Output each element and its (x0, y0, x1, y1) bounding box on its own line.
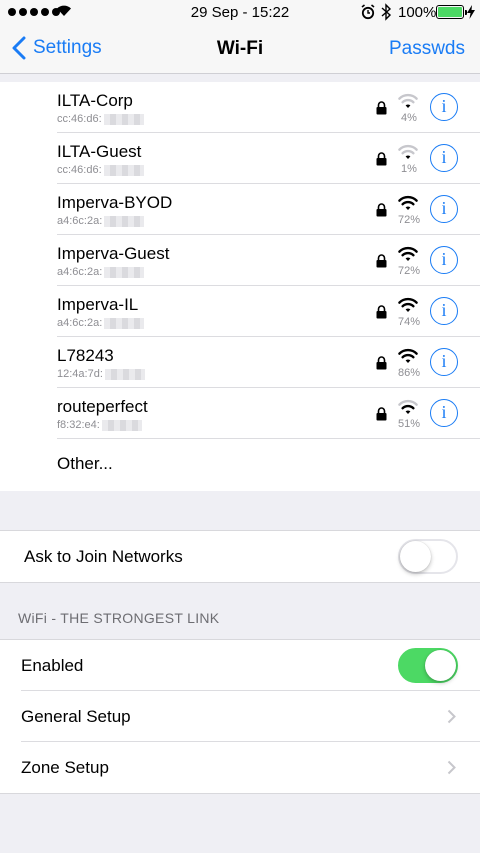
network-mac: a4:6c:2a: (57, 215, 145, 227)
ask-to-join-group: Ask to Join Networks (0, 530, 480, 583)
mac-redaction (104, 317, 145, 329)
mac-redaction (103, 164, 144, 176)
signal-percent: 51% (397, 418, 421, 430)
enabled-label: Enabled (21, 656, 84, 675)
mac-redaction (104, 266, 145, 278)
status-bar: 29 Sep - 15:22 100% (0, 0, 480, 26)
wifi-signal-icon (398, 348, 418, 363)
network-mac: a4:6c:2a: (57, 266, 145, 278)
mac-redaction (103, 113, 144, 125)
charging-icon (467, 5, 475, 19)
zone-setup-label: Zone Setup (21, 758, 109, 777)
lock-icon (376, 152, 387, 166)
signal-percent: 72% (397, 265, 421, 277)
ask-to-join-row: Ask to Join Networks (0, 531, 480, 582)
network-name: routeperfect (57, 397, 148, 416)
network-row-ilta-corp[interactable]: ILTA-Corp cc:46:d6: 4% i (0, 82, 480, 133)
bluetooth-icon (381, 3, 392, 21)
info-button[interactable]: i (430, 195, 458, 223)
network-row-imperva-byod[interactable]: Imperva-BYOD a4:6c:2a: 72% i (0, 184, 480, 235)
network-mac: a4:6c:2a: (57, 317, 145, 329)
network-name: Imperva-Guest (57, 244, 170, 263)
network-row-l78243[interactable]: L78243 12:4a:7d: 86% i (0, 337, 480, 388)
info-button[interactable]: i (430, 297, 458, 325)
network-mac-prefix: a4:6c:2a: (57, 215, 103, 227)
info-button[interactable]: i (430, 246, 458, 274)
info-button[interactable]: i (430, 144, 458, 172)
signal-percent: 1% (401, 163, 417, 175)
zone-setup-row[interactable]: Zone Setup (0, 742, 480, 793)
chevron-right-icon (447, 760, 456, 775)
network-row-routeperfect[interactable]: routeperfect f8:32:e4: 51% i (0, 388, 480, 439)
network-mac-prefix: 12:4a:7d: (57, 368, 103, 380)
other-network-button[interactable]: Other... (0, 439, 480, 491)
network-mac: cc:46:d6: (57, 113, 144, 125)
signal-percent: 86% (397, 367, 421, 379)
network-name: ILTA-Guest (57, 142, 142, 161)
signal-percent: 72% (397, 214, 421, 226)
lock-icon (376, 305, 387, 319)
network-mac-prefix: a4:6c:2a: (57, 266, 103, 278)
signal-percent: 4% (401, 112, 417, 124)
alarm-icon (361, 4, 375, 20)
ask-to-join-label: Ask to Join Networks (24, 547, 183, 566)
network-mac: cc:46:d6: (57, 164, 144, 176)
network-mac-prefix: cc:46:d6: (57, 164, 102, 176)
lock-icon (376, 407, 387, 421)
network-name: Imperva-BYOD (57, 193, 173, 212)
info-button[interactable]: i (430, 348, 458, 376)
wifi-signal-icon (398, 297, 418, 312)
lock-icon (376, 356, 387, 370)
wifi-signal-icon (398, 144, 418, 159)
network-name: Imperva-IL (57, 295, 139, 314)
chevron-right-icon (447, 709, 456, 724)
settings-group: Enabled General Setup Zone Setup (0, 639, 480, 794)
network-mac: 12:4a:7d: (57, 368, 145, 380)
network-mac-prefix: a4:6c:2a: (57, 317, 103, 329)
lock-icon (376, 101, 387, 115)
mac-redaction (104, 368, 145, 380)
battery-icon (436, 5, 467, 19)
network-row-imperva-guest[interactable]: Imperva-Guest a4:6c:2a: 72% i (0, 235, 480, 286)
network-mac-prefix: f8:32:e4: (57, 419, 100, 431)
network-name: ILTA-Corp (57, 91, 133, 110)
info-button[interactable]: i (430, 93, 458, 121)
wifi-signal-icon (398, 195, 418, 210)
battery-percent: 100% (398, 4, 437, 21)
other-network-label: Other... (57, 454, 113, 473)
network-row-ilta-guest[interactable]: ILTA-Guest cc:46:d6: 1% i (0, 133, 480, 184)
ask-to-join-toggle[interactable] (398, 539, 458, 574)
general-setup-label: General Setup (21, 707, 131, 726)
network-row-imperva-il[interactable]: Imperva-IL a4:6c:2a: 74% i (0, 286, 480, 337)
network-mac-prefix: cc:46:d6: (57, 113, 102, 125)
lock-icon (376, 203, 387, 217)
lock-icon (376, 254, 387, 268)
navigation-bar: Settings Wi-Fi Passwds (0, 26, 480, 74)
general-setup-row[interactable]: General Setup (0, 691, 480, 742)
mac-redaction (104, 215, 145, 227)
section-header: WiFi - THE STRONGEST LINK (18, 610, 220, 626)
network-mac: f8:32:e4: (57, 419, 142, 431)
signal-percent: 74% (397, 316, 421, 328)
network-list: ILTA-Corp cc:46:d6: 4% i ILTA-Guest cc:4… (0, 82, 480, 491)
wifi-signal-icon (398, 93, 418, 108)
mac-redaction (101, 419, 142, 431)
wifi-signal-icon (398, 246, 418, 261)
passwords-button[interactable]: Passwds (389, 38, 465, 60)
enabled-row: Enabled (0, 640, 480, 691)
wifi-signal-icon (398, 399, 418, 414)
enabled-toggle[interactable] (398, 648, 458, 683)
info-button[interactable]: i (430, 399, 458, 427)
network-name: L78243 (57, 346, 114, 365)
